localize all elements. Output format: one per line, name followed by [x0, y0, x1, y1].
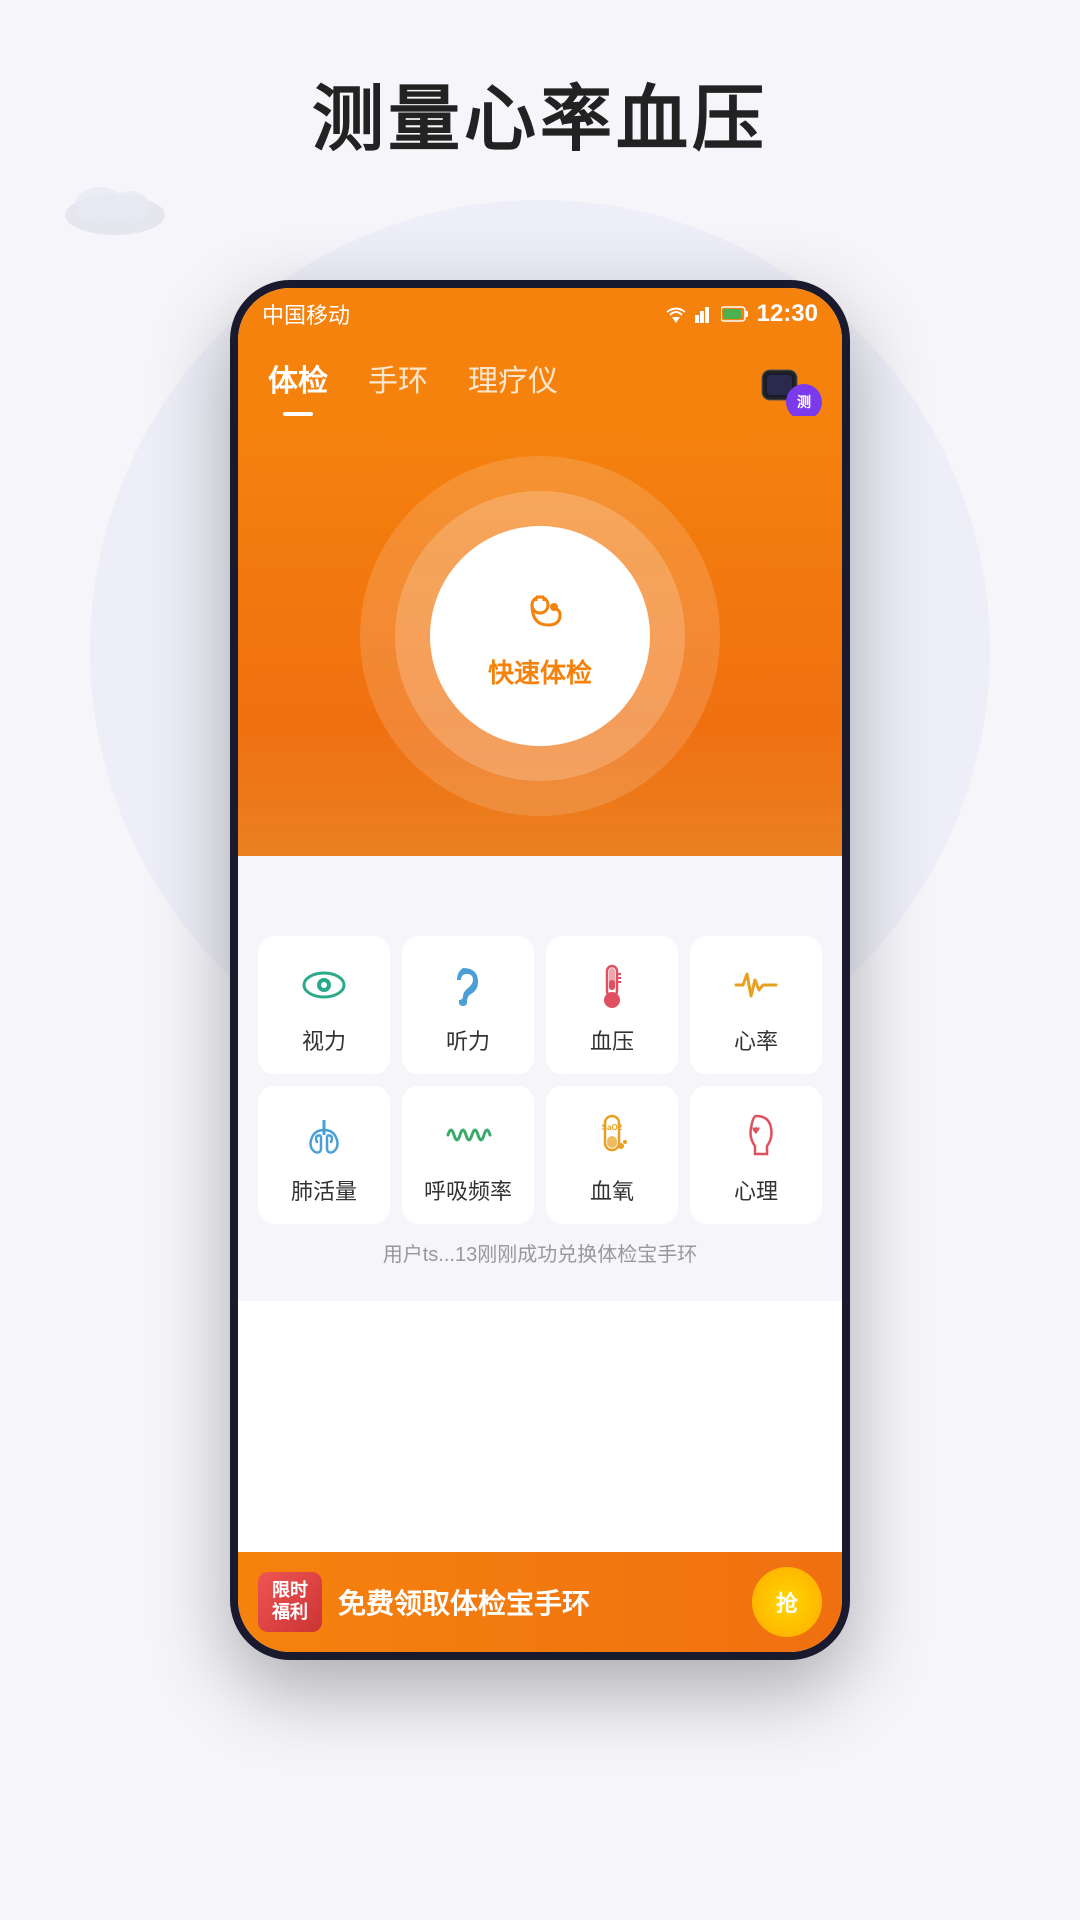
- battery-icon: [721, 305, 749, 323]
- health-item-breath[interactable]: 呼吸频率: [402, 1086, 534, 1224]
- status-bar: 中国移动: [238, 288, 842, 340]
- banner-grab-button[interactable]: 抢: [752, 1567, 822, 1637]
- lung-icon: [299, 1110, 349, 1160]
- health-item-hr[interactable]: 心率: [690, 936, 822, 1074]
- carrier-label: 中国移动: [262, 298, 350, 330]
- device-badge[interactable]: 测: [752, 350, 822, 420]
- tab-bar: 体检 手环 理疗仪: [268, 356, 812, 416]
- psychology-label: 心理: [734, 1174, 778, 1206]
- ear-icon: [443, 960, 493, 1010]
- tab-band[interactable]: 手环: [368, 356, 428, 416]
- svg-text:测: 测: [797, 394, 811, 410]
- tab-therapy[interactable]: 理疗仪: [468, 356, 558, 416]
- eye-icon: [299, 960, 349, 1010]
- svg-text:SaO2: SaO2: [602, 1123, 623, 1132]
- wave-divider: [238, 856, 842, 916]
- thermometer-icon: [587, 960, 637, 1010]
- banner-badge-line1: 限时: [270, 1580, 310, 1602]
- quick-exam-label: 快速体检: [488, 653, 592, 690]
- phone-screen: 中国移动: [238, 288, 842, 1652]
- phone-frame: 中国移动: [230, 280, 850, 1660]
- notification-bar: 用户ts...13刚刚成功兑换体检宝手环: [258, 1224, 822, 1281]
- bloodox-label: 血氧: [590, 1174, 634, 1206]
- breath-label: 呼吸频率: [424, 1174, 512, 1206]
- hr-label: 心率: [734, 1024, 778, 1056]
- page-title: 测量心率血压: [0, 60, 1080, 165]
- breath-icon: [443, 1110, 493, 1160]
- notification-text: 用户ts...13刚刚成功兑换体检宝手环: [383, 1244, 697, 1266]
- health-grid: 视力 听力: [258, 936, 822, 1224]
- signal-icon: [695, 305, 713, 323]
- stethoscope-icon: [510, 583, 570, 643]
- cloud-decoration: [55, 175, 175, 235]
- status-icons: 12:30: [665, 300, 818, 328]
- outer-circle: 快速体检: [360, 456, 720, 816]
- banner-badge-line2: 福利: [270, 1602, 310, 1624]
- health-item-hearing[interactable]: 听力: [402, 936, 534, 1074]
- health-item-vision[interactable]: 视力: [258, 936, 390, 1074]
- quick-exam-button[interactable]: 快速体检: [430, 526, 650, 746]
- psychology-icon: [731, 1110, 781, 1160]
- health-item-psychology[interactable]: 心理: [690, 1086, 822, 1224]
- health-item-lung[interactable]: 肺活量: [258, 1086, 390, 1224]
- page-title-area: 测量心率血压: [0, 60, 1080, 165]
- tab-exam[interactable]: 体检: [268, 356, 328, 416]
- banner-badge: 限时 福利: [258, 1572, 322, 1631]
- wifi-icon: [665, 305, 687, 323]
- lung-label: 肺活量: [291, 1174, 357, 1206]
- banner-text: 免费领取体检宝手环: [338, 1582, 736, 1622]
- health-item-bloodox[interactable]: SaO2 血氧: [546, 1086, 678, 1224]
- heartrate-icon: [731, 960, 781, 1010]
- vision-label: 视力: [302, 1024, 346, 1056]
- banner-area[interactable]: 限时 福利 免费领取体检宝手环 抢: [238, 1552, 842, 1652]
- status-time: 12:30: [757, 300, 818, 328]
- app-header: 体检 手环 理疗仪 测: [238, 340, 842, 416]
- hero-section: 快速体检: [238, 416, 842, 856]
- bp-label: 血压: [590, 1024, 634, 1056]
- bloodox-icon: SaO2: [587, 1110, 637, 1160]
- health-grid-section: 视力 听力: [238, 916, 842, 1301]
- mid-circle: 快速体检: [395, 491, 685, 781]
- hearing-label: 听力: [446, 1024, 490, 1056]
- health-item-bp[interactable]: 血压: [546, 936, 678, 1074]
